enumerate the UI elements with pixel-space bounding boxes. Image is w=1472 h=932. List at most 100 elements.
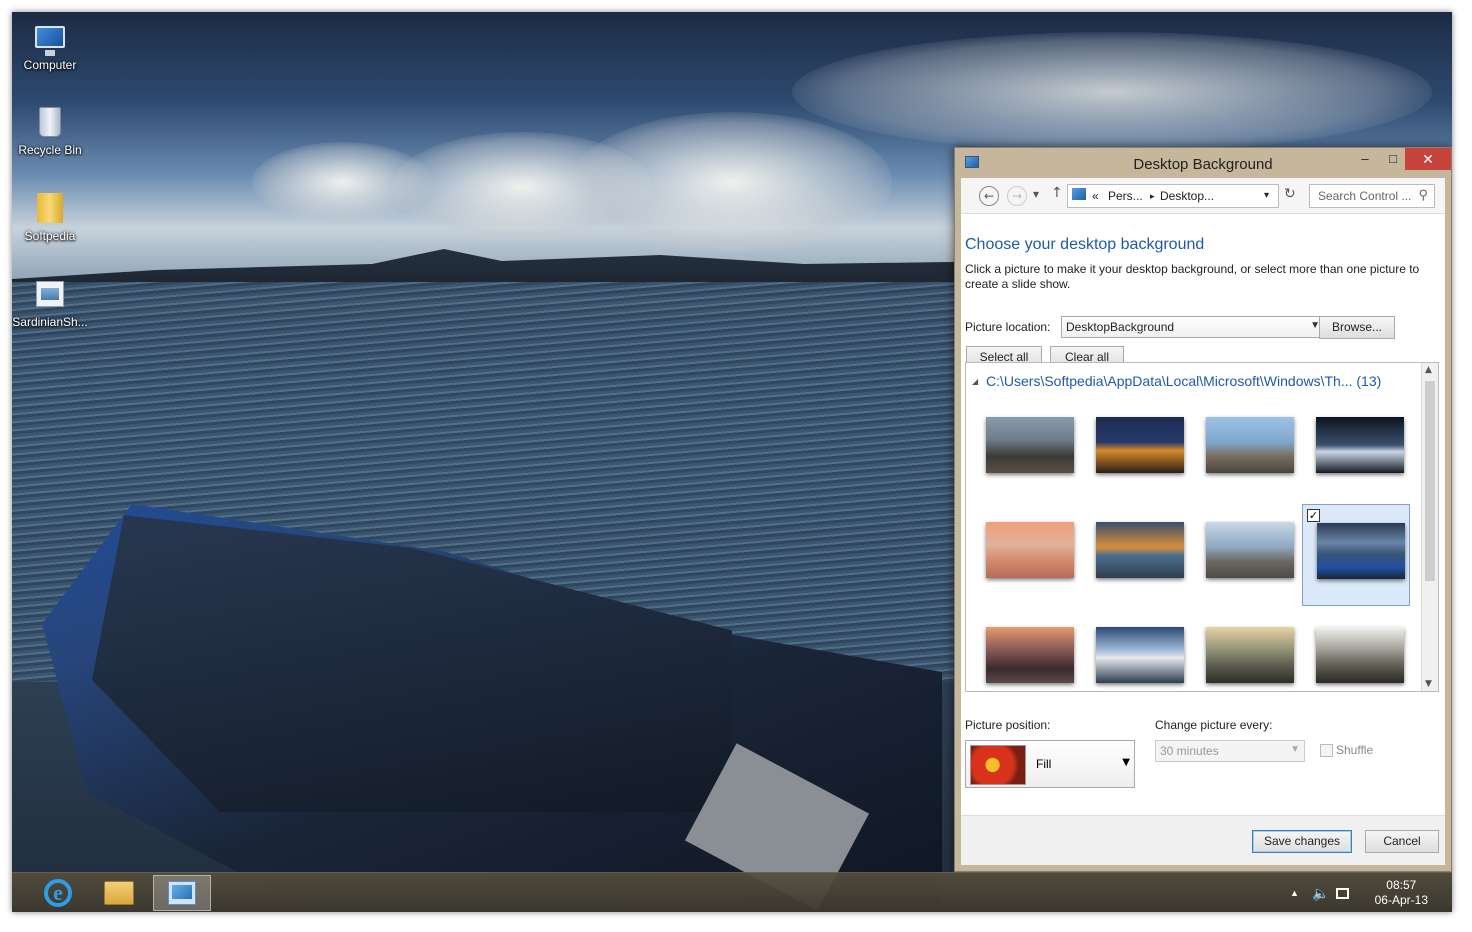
thumbnail-image bbox=[1096, 417, 1184, 473]
clock-time: 08:57 bbox=[1386, 878, 1417, 892]
change-picture-label: Change picture every: bbox=[1155, 718, 1273, 732]
change-interval-value: 30 minutes bbox=[1160, 744, 1219, 758]
back-button[interactable]: ← bbox=[979, 186, 999, 206]
theme-file-icon bbox=[33, 277, 67, 311]
cancel-button[interactable]: Cancel bbox=[1365, 830, 1439, 853]
address-bar[interactable]: « Pers... ▸ Desktop... ▾ bbox=[1067, 184, 1279, 208]
computer-icon bbox=[33, 20, 67, 56]
page-heading: Choose your desktop background bbox=[965, 236, 1205, 253]
wallpaper-cloud bbox=[572, 112, 892, 252]
change-interval-select[interactable]: 30 minutes ▼ bbox=[1155, 740, 1305, 762]
forward-button[interactable]: → bbox=[1007, 186, 1027, 206]
desktop-icon-softpedia[interactable]: Softpedia bbox=[12, 191, 88, 243]
taskbar-internet-explorer[interactable]: e bbox=[29, 875, 87, 911]
taskbar-control-panel[interactable] bbox=[153, 875, 211, 911]
desktop-icon-label: SardinianSh... bbox=[12, 315, 88, 329]
chevron-down-icon: ▼ bbox=[1122, 757, 1130, 768]
wallpaper-thumbnail[interactable] bbox=[972, 504, 1080, 606]
wallpaper-thumbnail[interactable] bbox=[1082, 504, 1190, 606]
file-explorer-icon bbox=[104, 881, 134, 905]
save-changes-button[interactable]: Save changes bbox=[1252, 830, 1352, 853]
thumbnail-image bbox=[1096, 522, 1184, 578]
wallpaper-thumbnail[interactable] bbox=[1082, 609, 1190, 691]
thumbnail-checkbox[interactable]: ✓ bbox=[1307, 509, 1320, 522]
scroll-up-arrow[interactable]: ▲ bbox=[1425, 365, 1432, 375]
picture-location-label: Picture location: bbox=[965, 320, 1051, 334]
refresh-button[interactable]: ↻ bbox=[1284, 186, 1296, 202]
collapse-group-icon[interactable]: ◢ bbox=[972, 377, 978, 386]
wallpaper-thumbnail[interactable] bbox=[972, 399, 1080, 501]
close-button[interactable]: ✕ bbox=[1405, 148, 1451, 170]
address-toolbar: ← → ▾ ↑ « Pers... ▸ Desktop... ▾ ↻ Searc… bbox=[961, 178, 1445, 214]
thumbnail-image bbox=[1316, 627, 1404, 683]
recycle-bin-icon bbox=[33, 105, 67, 139]
title-bar[interactable]: Desktop Background – □ ✕ bbox=[955, 148, 1451, 178]
gallery-scrollbar[interactable]: ▲ ▼ bbox=[1421, 363, 1438, 691]
search-icon[interactable]: ⚲ bbox=[1418, 187, 1428, 203]
minimize-button[interactable]: – bbox=[1351, 148, 1379, 170]
desktop-icon-label: Computer bbox=[23, 58, 77, 72]
picture-location-select[interactable]: DesktopBackground ▼ bbox=[1061, 316, 1325, 338]
address-overflow-chevron[interactable]: « bbox=[1092, 189, 1099, 203]
breadcrumb-separator: ▸ bbox=[1150, 191, 1155, 201]
scroll-down-arrow[interactable]: ▼ bbox=[1425, 679, 1432, 689]
wallpaper-thumbnail[interactable]: ✓ bbox=[1302, 504, 1410, 606]
shuffle-checkbox[interactable] bbox=[1320, 744, 1333, 757]
recent-locations-button[interactable]: ▾ bbox=[1033, 187, 1039, 201]
thumbnail-image bbox=[986, 522, 1074, 578]
wallpaper-cloud bbox=[252, 142, 432, 222]
thumbnail-image bbox=[1317, 523, 1405, 579]
window-client: ← → ▾ ↑ « Pers... ▸ Desktop... ▾ ↻ Searc… bbox=[961, 178, 1445, 865]
gallery-group-header[interactable]: C:\Users\Softpedia\AppData\Local\Microso… bbox=[986, 373, 1381, 389]
browse-button[interactable]: Browse... bbox=[1319, 316, 1395, 339]
page-description: Click a picture to make it your desktop … bbox=[965, 262, 1420, 291]
shuffle-label: Shuffle bbox=[1336, 743, 1374, 757]
thumbnail-image bbox=[986, 417, 1074, 473]
thumbnail-image bbox=[1316, 417, 1404, 473]
breadcrumb-personalization[interactable]: Pers... bbox=[1108, 189, 1143, 203]
show-hidden-icons-button[interactable]: ▲ bbox=[1290, 873, 1299, 912]
search-input[interactable]: Search Control ... ⚲ bbox=[1309, 184, 1435, 208]
picture-location-value: DesktopBackground bbox=[1066, 320, 1175, 334]
clock-date: 06-Apr-13 bbox=[1374, 893, 1428, 907]
position-preview-image bbox=[970, 745, 1026, 785]
wallpaper-thumbnail[interactable] bbox=[1192, 504, 1300, 606]
wallpaper-thumbnail[interactable] bbox=[1302, 399, 1410, 501]
thumbnail-image bbox=[1206, 627, 1294, 683]
desktop-icon-label: Recycle Bin bbox=[18, 143, 82, 157]
picture-position-label: Picture position: bbox=[965, 718, 1051, 732]
picture-position-value: Fill bbox=[1036, 757, 1052, 771]
taskbar-file-explorer[interactable] bbox=[90, 875, 148, 911]
thumbnail-image bbox=[1206, 417, 1294, 473]
picture-gallery: ◢ C:\Users\Softpedia\AppData\Local\Micro… bbox=[965, 362, 1439, 692]
taskbar-clock[interactable]: 08:57 06-Apr-13 bbox=[1375, 878, 1428, 908]
wallpaper-thumbnail[interactable] bbox=[972, 609, 1080, 691]
desktop-icon-computer[interactable]: Computer bbox=[12, 20, 88, 72]
wallpaper-thumbnail[interactable] bbox=[1082, 399, 1190, 501]
scrollbar-thumb[interactable] bbox=[1425, 381, 1435, 581]
dialog-footer: Save changes Cancel bbox=[961, 815, 1445, 865]
wallpaper-thumbnail[interactable] bbox=[1192, 399, 1300, 501]
address-dropdown[interactable]: ▾ bbox=[1264, 190, 1269, 201]
desktop-icon-recycle-bin[interactable]: Recycle Bin bbox=[12, 105, 88, 157]
thumbnail-image bbox=[986, 627, 1074, 683]
wallpaper-thumbnail[interactable] bbox=[1192, 609, 1300, 691]
control-panel-icon bbox=[168, 881, 196, 905]
wallpaper-thumbnail[interactable] bbox=[1302, 609, 1410, 691]
maximize-button[interactable]: □ bbox=[1379, 148, 1407, 170]
volume-icon[interactable]: 🔈 bbox=[1312, 873, 1329, 912]
desktop-background-window: Desktop Background – □ ✕ ← → ▾ ↑ « Pers.… bbox=[954, 147, 1452, 872]
network-icon[interactable] bbox=[1336, 873, 1349, 912]
thumbnail-image bbox=[1096, 627, 1184, 683]
desktop: Computer Recycle Bin Softpedia Sardinian… bbox=[12, 12, 1452, 912]
taskbar: e ▲ 🔈 08:57 06-Apr-13 bbox=[12, 872, 1452, 912]
desktop-icon-sardinian[interactable]: SardinianSh... bbox=[12, 277, 88, 329]
wallpaper-cloud bbox=[792, 32, 1432, 152]
up-button[interactable]: ↑ bbox=[1051, 185, 1063, 201]
internet-explorer-icon: e bbox=[44, 879, 72, 907]
picture-position-select[interactable]: Fill ▼ bbox=[965, 740, 1135, 788]
breadcrumb-desktop-background[interactable]: Desktop... bbox=[1160, 189, 1214, 203]
search-placeholder: Search Control ... bbox=[1318, 189, 1412, 203]
desktop-icon-label: Softpedia bbox=[24, 229, 76, 243]
thumbnail-image bbox=[1206, 522, 1294, 578]
